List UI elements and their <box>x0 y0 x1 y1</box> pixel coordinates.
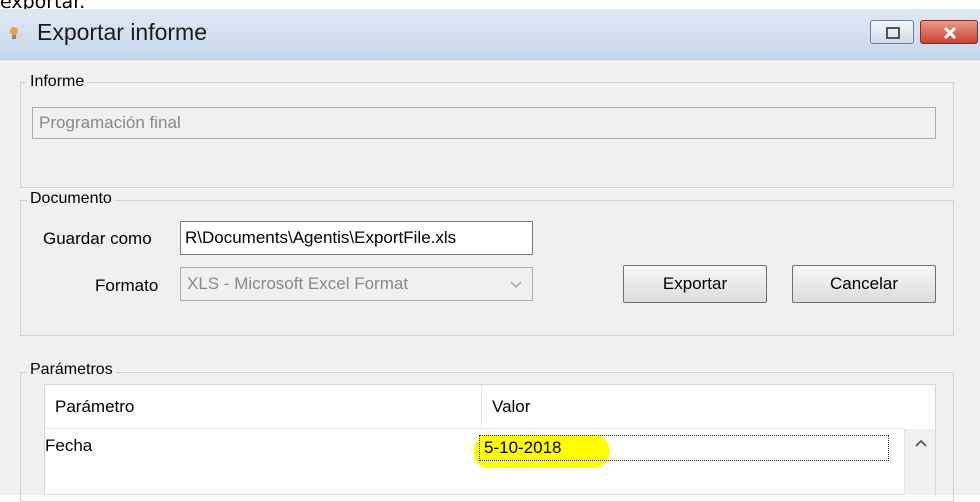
informe-legend: Informe <box>27 73 88 91</box>
window-title: Exportar informe <box>37 19 208 45</box>
table-row-parametro[interactable]: Fecha <box>45 436 92 456</box>
exportar-button[interactable]: Exportar <box>623 265 767 303</box>
restore-icon <box>886 27 900 39</box>
parametros-legend: Parámetros <box>27 361 116 379</box>
export-dialog: Exportar informe Informe Programación fi… <box>0 9 980 502</box>
chevron-down-icon <box>510 281 522 289</box>
informe-field: Programación final <box>32 107 936 139</box>
table-row-valor[interactable]: 5-10-2018 <box>479 435 889 461</box>
restore-button[interactable] <box>870 20 914 44</box>
column-header-valor[interactable]: Valor <box>482 385 905 429</box>
formato-value: XLS - Microsoft Excel Format <box>187 274 409 293</box>
column-header-parametro[interactable]: Parámetro <box>45 385 482 429</box>
guardar-como-input[interactable]: R\Documents\Agentis\ExportFile.xls <box>180 221 533 255</box>
close-icon <box>943 26 957 40</box>
cancelar-button[interactable]: Cancelar <box>792 265 936 303</box>
app-icon <box>10 27 24 41</box>
documento-legend: Documento <box>27 190 115 208</box>
guardar-como-label: Guardar como <box>43 229 152 248</box>
vertical-scrollbar[interactable] <box>904 429 935 495</box>
chevron-up-icon <box>915 439 927 447</box>
formato-select[interactable]: XLS - Microsoft Excel Format <box>180 267 533 301</box>
formato-label: Formato <box>95 276 159 295</box>
close-button[interactable] <box>920 20 978 44</box>
title-bar: Exportar informe <box>0 9 980 60</box>
